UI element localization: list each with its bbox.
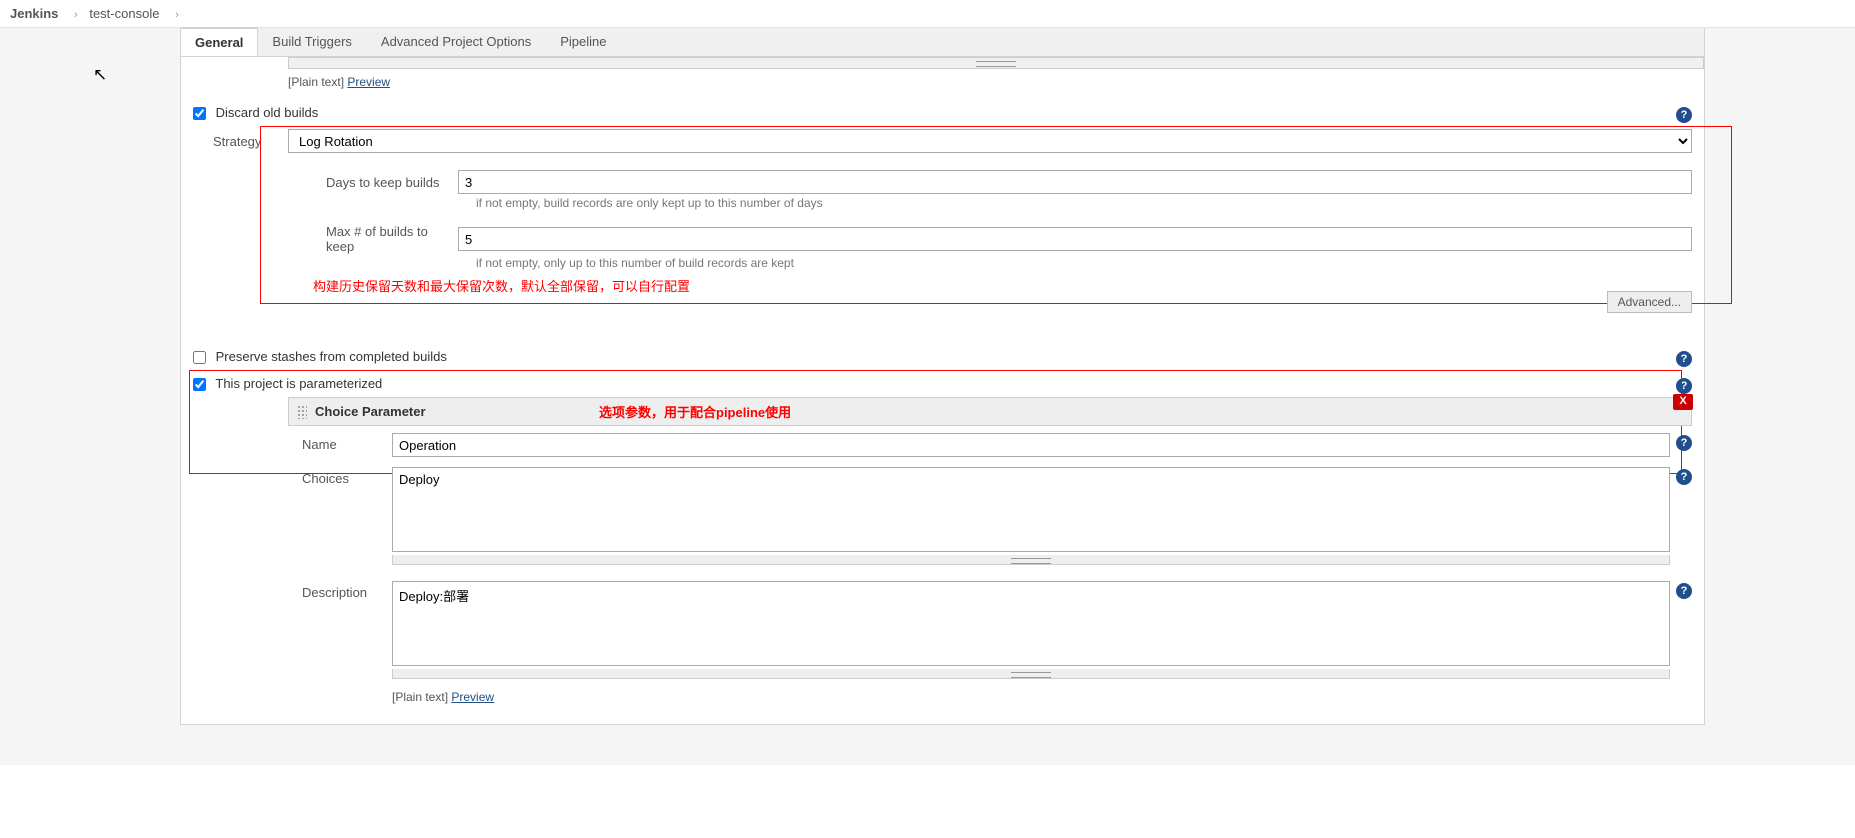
textarea-resize-bar[interactable]: [392, 669, 1670, 679]
chevron-right-icon: ›: [175, 9, 179, 21]
textarea-resize-bar[interactable]: [288, 57, 1704, 69]
param-name-label: Name: [302, 433, 392, 452]
cursor-icon: ↖: [93, 65, 107, 85]
preserve-stashes-checkbox[interactable]: [193, 351, 206, 364]
help-icon[interactable]: ?: [1676, 107, 1692, 123]
parameterized-checkbox[interactable]: [193, 378, 206, 391]
help-icon[interactable]: ?: [1676, 435, 1692, 451]
preview-link[interactable]: Preview: [451, 690, 494, 704]
breadcrumb-project[interactable]: test-console: [89, 6, 159, 21]
days-to-keep-label: Days to keep builds: [308, 175, 458, 190]
discard-old-builds-label[interactable]: Discard old builds: [193, 105, 318, 120]
discard-old-builds-checkbox[interactable]: [193, 107, 206, 120]
param-choices-label: Choices: [302, 467, 392, 486]
breadcrumb: Jenkins › test-console ›: [0, 0, 1855, 28]
tab-build-triggers[interactable]: Build Triggers: [258, 28, 366, 56]
parameterized-row: ? This project is parameterized: [193, 370, 1692, 397]
form-panel: [Plain text] Preview ? Discard old build…: [180, 57, 1705, 725]
tab-pipeline[interactable]: Pipeline: [546, 28, 621, 56]
discard-old-builds-row: ? Discard old builds: [193, 99, 1692, 126]
param-name-input[interactable]: [392, 433, 1670, 457]
help-icon[interactable]: ?: [1676, 583, 1692, 599]
days-to-keep-input[interactable]: [458, 170, 1692, 194]
textarea-resize-bar[interactable]: [392, 555, 1670, 565]
choice-parameter-header: Choice Parameter 选项参数，用于配合pipeline使用 X: [288, 397, 1692, 426]
close-icon[interactable]: X: [1673, 394, 1693, 410]
grip-icon: [1011, 558, 1051, 564]
help-icon[interactable]: ?: [1676, 378, 1692, 394]
param-choices-textarea[interactable]: Deploy: [392, 467, 1670, 552]
max-builds-input[interactable]: [458, 227, 1692, 251]
preserve-stashes-label[interactable]: Preserve stashes from completed builds: [193, 349, 447, 364]
drag-handle-icon[interactable]: [297, 405, 307, 419]
days-to-keep-help: if not empty, build records are only kep…: [476, 196, 1692, 210]
tab-advanced-project-options[interactable]: Advanced Project Options: [367, 28, 546, 56]
advanced-button[interactable]: Advanced...: [1607, 291, 1692, 313]
help-icon[interactable]: ?: [1676, 469, 1692, 485]
strategy-select[interactable]: Log Rotation: [288, 129, 1692, 153]
param-description-textarea[interactable]: Deploy:部署: [392, 581, 1670, 666]
grip-icon: [976, 61, 1016, 67]
strategy-label: Strategy: [213, 134, 288, 149]
annotation-text-1: 构建历史保留天数和最大保留次数，默认全部保留，可以自行配置: [313, 276, 1692, 295]
chevron-right-icon: ›: [74, 9, 78, 21]
config-tabs: General Build Triggers Advanced Project …: [180, 28, 1705, 57]
tab-general[interactable]: General: [181, 27, 258, 56]
preview-line-2: [Plain text] Preview: [392, 690, 1692, 704]
preserve-stashes-row: ? Preserve stashes from completed builds: [193, 343, 1692, 370]
grip-icon: [1011, 672, 1051, 678]
preview-line: [Plain text] Preview: [288, 75, 1692, 89]
param-description-label: Description: [302, 581, 392, 600]
parameterized-label[interactable]: This project is parameterized: [193, 376, 382, 391]
max-builds-help: if not empty, only up to this number of …: [476, 256, 1692, 270]
annotation-text-2: 选项参数，用于配合pipeline使用: [599, 402, 791, 421]
preview-link[interactable]: Preview: [347, 75, 390, 89]
help-icon[interactable]: ?: [1676, 351, 1692, 367]
max-builds-label: Max # of builds to keep: [308, 224, 458, 254]
breadcrumb-root[interactable]: Jenkins: [10, 6, 58, 21]
